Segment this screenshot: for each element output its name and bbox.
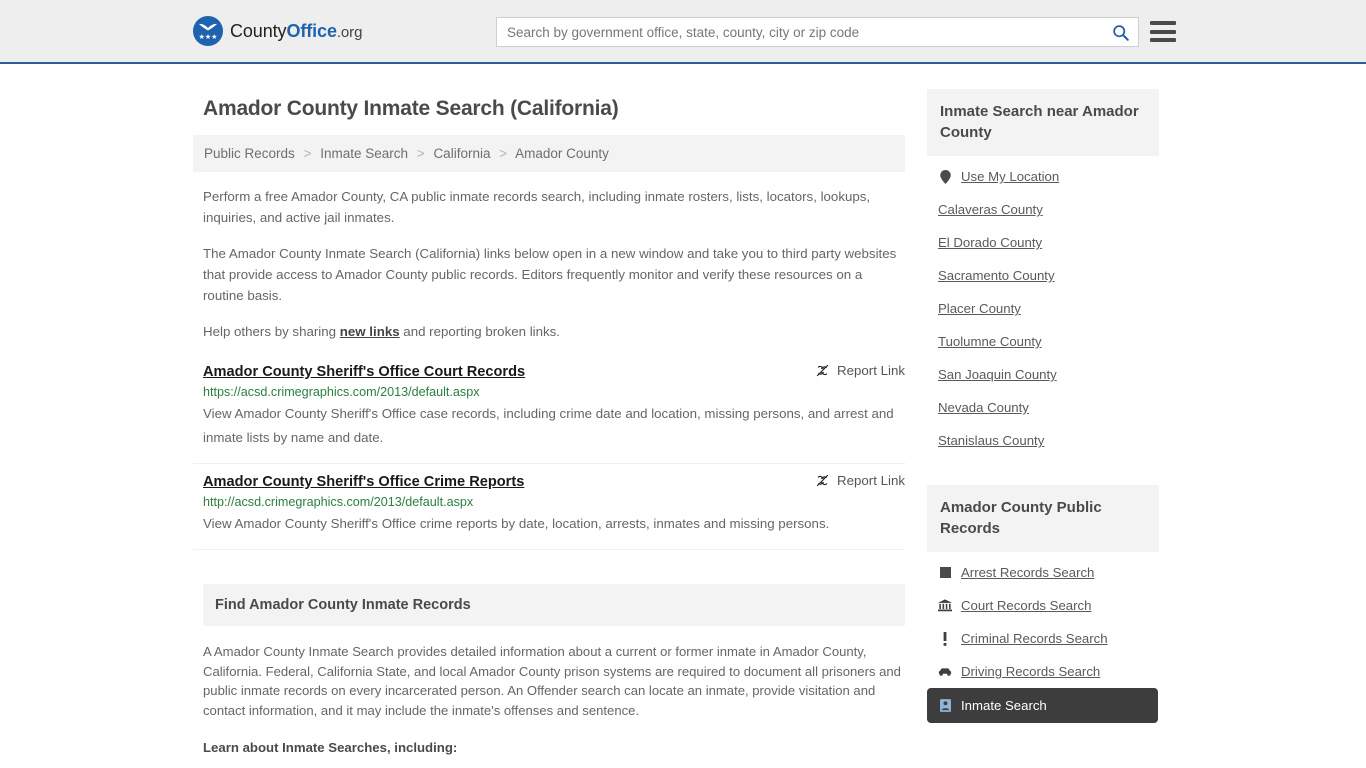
learn-about-subheading: Learn about Inmate Searches, including: [203, 740, 458, 756]
breadcrumb-item-inmate-search[interactable]: Inmate Search [320, 146, 408, 161]
sidebar-link-label[interactable]: Inmate Search [961, 698, 1047, 713]
sidebar-nearby-heading: Inmate Search near Amador County [927, 89, 1159, 156]
sidebar-link-label[interactable]: Court Records Search [961, 598, 1091, 613]
logo-word-office: Office [286, 20, 337, 41]
breadcrumb-item-public-records[interactable]: Public Records [204, 146, 295, 161]
eagle-wings-icon [199, 23, 217, 31]
sidebar-link-label[interactable]: Criminal Records Search [961, 631, 1108, 646]
logo-word-county: County [230, 20, 287, 41]
search-button[interactable] [1102, 18, 1138, 46]
sidebar-link-label[interactable]: Stanislaus County [938, 433, 1044, 448]
result-url: http://acsd.crimegraphics.com/2013/defau… [203, 495, 474, 509]
sidebar-item-court-records-search[interactable]: Court Records Search [927, 589, 1159, 622]
sidebar-link-label[interactable]: Arrest Records Search [961, 565, 1094, 580]
page-title: Amador County Inmate Search (California) [203, 97, 619, 120]
main-content: Amador County Inmate Search (California)… [193, 84, 905, 768]
map-pin-icon [938, 169, 952, 184]
sidebar-link-label[interactable]: Placer County [938, 301, 1021, 316]
sidebar-link-label[interactable]: El Dorado County [938, 235, 1042, 250]
car-icon [938, 664, 952, 679]
sidebar-item-inmate-search[interactable]: Inmate Search [927, 688, 1158, 723]
sidebar-item-calaveras-county[interactable]: Calaveras County [927, 193, 1159, 226]
result-title-link[interactable]: Amador County Sheriff's Office Court Rec… [203, 364, 525, 380]
search-icon [1112, 24, 1129, 41]
breadcrumb: Public Records > Inmate Search > Califor… [193, 135, 905, 172]
sidebar-item-el-dorado-county[interactable]: El Dorado County [927, 226, 1159, 259]
result-url: https://acsd.crimegraphics.com/2013/defa… [203, 385, 480, 399]
sidebar-link-label[interactable]: Calaveras County [938, 202, 1043, 217]
report-link-label: Report Link [837, 363, 905, 378]
new-links-link[interactable]: new links [340, 324, 400, 339]
result-description: View Amador County Sheriff's Office case… [203, 406, 894, 445]
sidebar-link-label[interactable]: Driving Records Search [961, 664, 1100, 679]
sidebar-item-tuolumne-county[interactable]: Tuolumne County [927, 325, 1159, 358]
breadcrumb-separator: > [303, 146, 312, 161]
report-link-button[interactable]: Report Link [815, 363, 905, 378]
report-link-button[interactable]: Report Link [815, 473, 905, 488]
sidebar-item-san-joaquin-county[interactable]: San Joaquin County [927, 358, 1159, 391]
broken-link-icon [816, 474, 829, 487]
county-office-badge-icon: ★★★ [193, 16, 223, 46]
badge-stars-icon: ★★★ [198, 34, 218, 41]
logo-wordmark: CountyOffice.org [230, 21, 362, 42]
breadcrumb-item-amador-county[interactable]: Amador County [515, 146, 609, 161]
sidebar-public-records-list: Arrest Records Search Court Records Sear… [927, 552, 1159, 723]
content-container: Amador County Inmate Search (California)… [193, 64, 1173, 768]
hamburger-menu-icon[interactable] [1150, 21, 1176, 42]
sidebar-link-label[interactable]: Use My Location [961, 169, 1059, 184]
intro-paragraph-1: Perform a free Amador County, CA public … [203, 189, 871, 225]
sidebar-link-label[interactable]: Tuolumne County [938, 334, 1042, 349]
site-logo[interactable]: ★★★ CountyOffice.org [193, 16, 362, 46]
breadcrumb-separator: > [499, 146, 508, 161]
page-wrapper: Amador County Inmate Search (California)… [0, 64, 1366, 768]
sidebar-item-criminal-records-search[interactable]: Criminal Records Search [927, 622, 1159, 655]
hamburger-bar-3 [1150, 38, 1176, 42]
find-records-heading: Find Amador County Inmate Records [203, 584, 905, 626]
sidebar-link-label[interactable]: San Joaquin County [938, 367, 1057, 382]
sidebar-item-nevada-county[interactable]: Nevada County [927, 391, 1159, 424]
intro-paragraph-3: Help others by sharing new links and rep… [203, 321, 905, 342]
hamburger-bar-1 [1150, 21, 1176, 25]
search-bar[interactable] [496, 17, 1139, 47]
breadcrumb-separator: > [416, 146, 425, 161]
sidebar-item-stanislaus-county[interactable]: Stanislaus County [927, 424, 1159, 457]
intro-text: Perform a free Amador County, CA public … [193, 186, 905, 342]
result-title-link[interactable]: Amador County Sheriff's Office Crime Rep… [203, 474, 524, 490]
sidebar-link-label[interactable]: Nevada County [938, 400, 1029, 415]
square-icon [938, 565, 952, 580]
sidebar-item-arrest-records-search[interactable]: Arrest Records Search [927, 556, 1159, 589]
share-text-after: and reporting broken links. [399, 324, 561, 339]
sidebar: Inmate Search near Amador County Use My … [927, 84, 1159, 768]
sidebar-public-records-heading: Amador County Public Records [927, 485, 1159, 552]
result-item: Report Link Amador County Sheriff's Offi… [193, 467, 905, 550]
broken-link-icon [816, 364, 829, 377]
report-link-label: Report Link [837, 473, 905, 488]
courthouse-icon [938, 598, 952, 613]
id-card-icon [938, 698, 952, 713]
find-records-paragraph: A Amador County Inmate Search provides d… [203, 644, 901, 718]
sidebar-item-use-my-location[interactable]: Use My Location [927, 160, 1159, 193]
result-item: Report Link Amador County Sheriff's Offi… [193, 357, 905, 464]
find-records-body: A Amador County Inmate Search provides d… [203, 642, 905, 768]
intro-paragraph-2: The Amador County Inmate Search (Califor… [203, 246, 897, 303]
sidebar-nearby-list: Use My Location Calaveras County El Dora… [927, 156, 1159, 457]
exclamation-icon [938, 631, 952, 646]
share-text-before: Help others by sharing [203, 324, 340, 339]
sidebar-item-driving-records-search[interactable]: Driving Records Search [927, 655, 1159, 688]
sidebar-link-label[interactable]: Sacramento County [938, 268, 1055, 283]
hamburger-bar-2 [1150, 29, 1176, 34]
logo-word-org: .org [336, 23, 363, 41]
sidebar-item-sacramento-county[interactable]: Sacramento County [927, 259, 1159, 292]
breadcrumb-item-california[interactable]: California [433, 146, 490, 161]
site-header: ★★★ CountyOffice.org [0, 0, 1366, 64]
sidebar-item-placer-county[interactable]: Placer County [927, 292, 1159, 325]
search-input[interactable] [497, 24, 1102, 40]
result-description: View Amador County Sheriff's Office crim… [203, 516, 830, 531]
